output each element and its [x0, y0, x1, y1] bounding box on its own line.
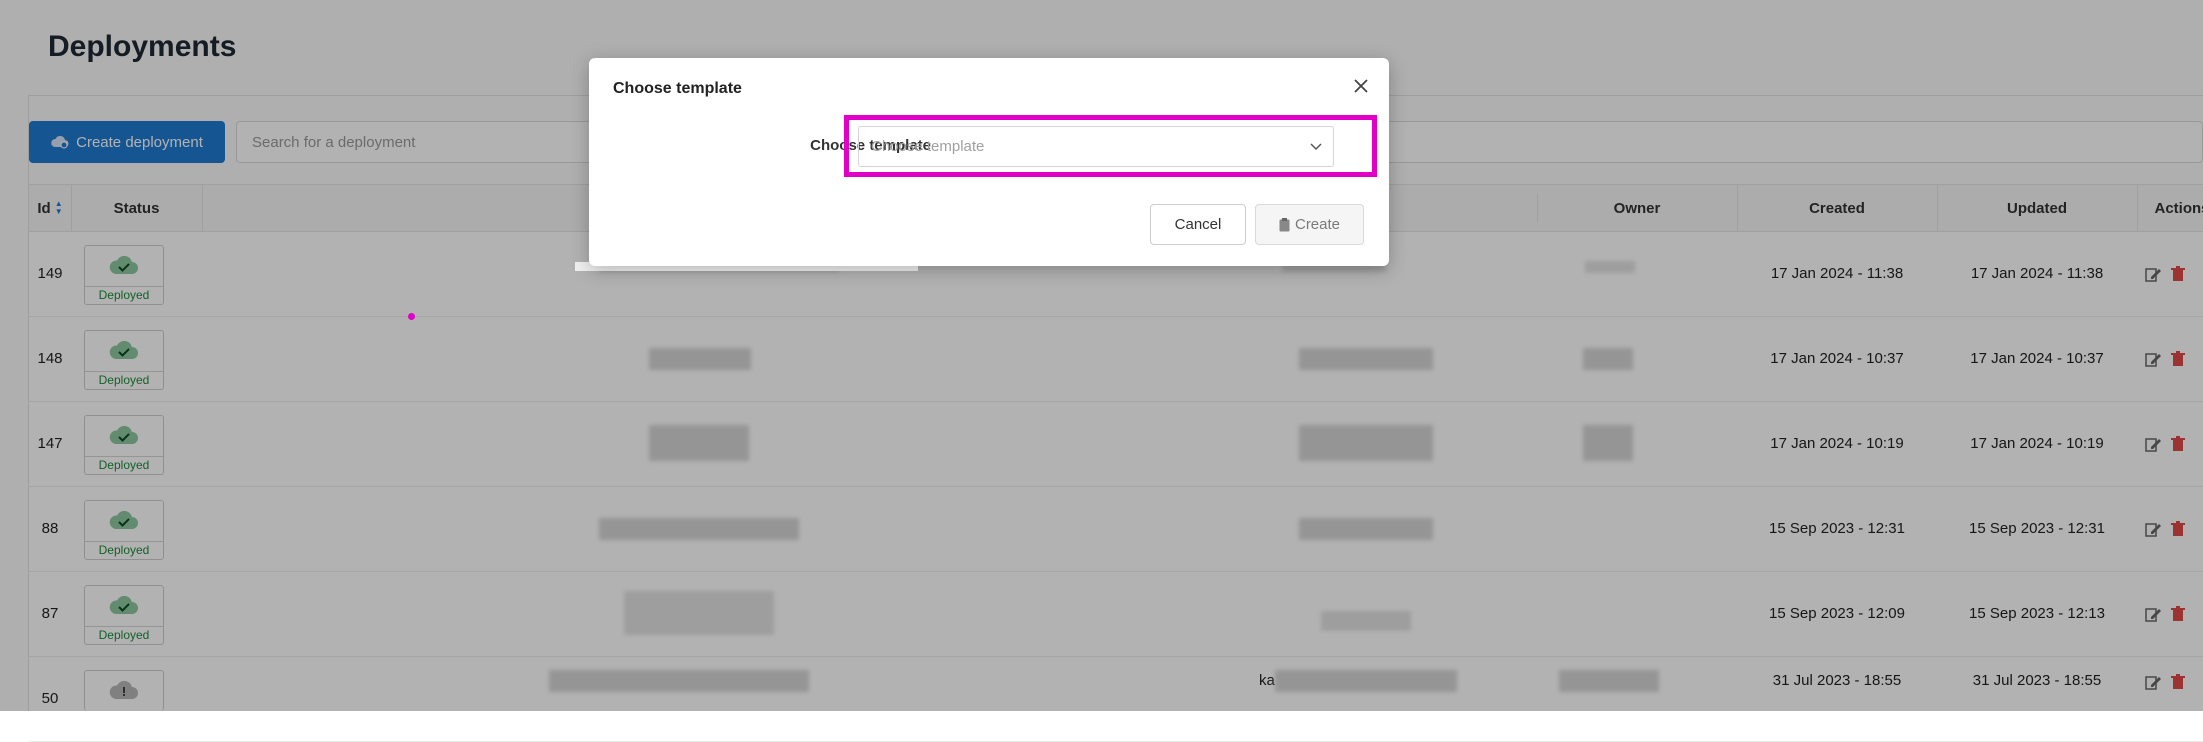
create-button-label: Create [1294, 216, 1341, 233]
dialog-title: Choose template [613, 80, 742, 97]
clipboard-icon [1279, 217, 1290, 231]
create-button[interactable]: Create [1255, 204, 1364, 245]
cancel-button[interactable]: Cancel [1150, 204, 1246, 245]
highlight-box [844, 115, 1377, 177]
cursor-marker [408, 313, 415, 320]
close-icon[interactable] [1353, 78, 1369, 94]
choose-template-dialog: Choose template Choose template Choose t… [589, 58, 1389, 266]
